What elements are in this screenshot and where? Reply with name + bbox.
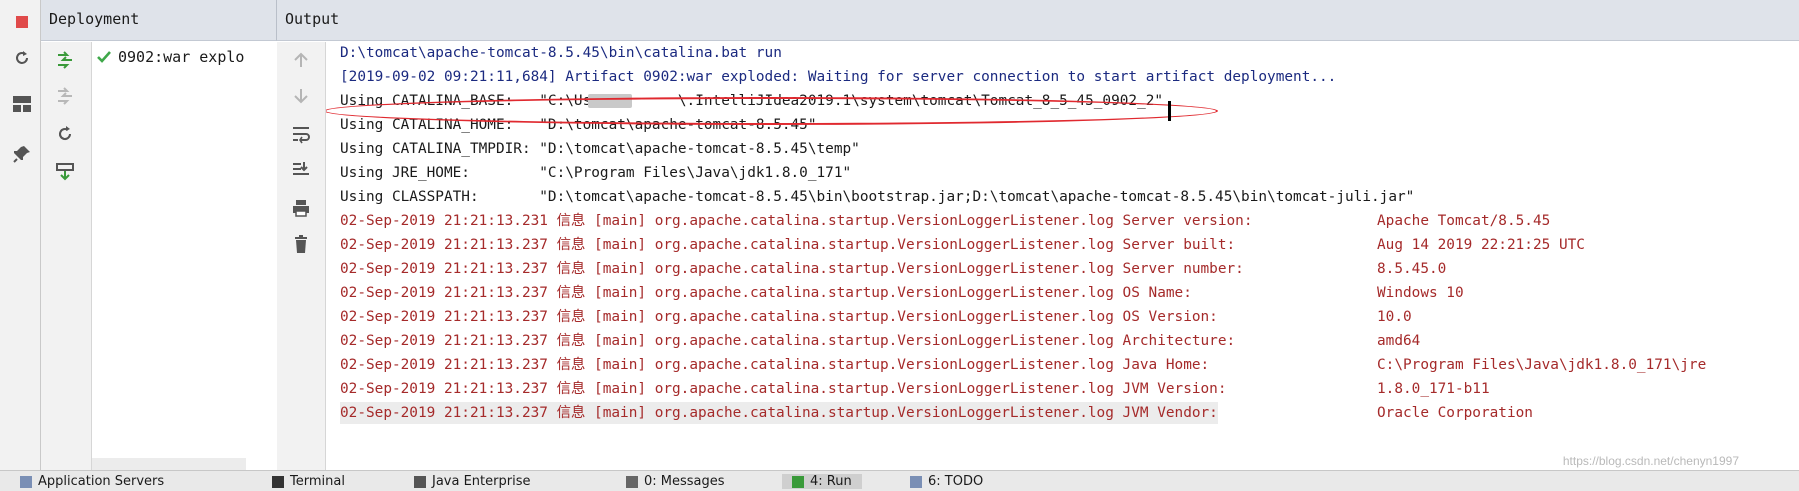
console-toolbar: [277, 42, 326, 470]
run-toolbar: [0, 0, 41, 470]
log-message: 02-Sep-2019 21:21:13.237 信息 [main] org.a…: [340, 285, 1192, 301]
text-caret: [1168, 101, 1171, 121]
log-value: Windows 10: [1377, 285, 1464, 301]
undeploy-button[interactable]: [51, 82, 79, 110]
scroll-down-button[interactable]: [287, 82, 315, 110]
tool-window-bar: Application Servers Terminal Java Enterp…: [0, 470, 1799, 491]
java-enterprise-icon: [414, 475, 426, 488]
terminal-icon: [272, 475, 284, 488]
clear-all-button[interactable]: [287, 230, 315, 258]
deployment-item[interactable]: 0902:war explo: [96, 48, 244, 66]
rerun-button[interactable]: [8, 44, 36, 72]
print-icon: [293, 200, 309, 217]
scroll-to-end-button[interactable]: [287, 156, 315, 184]
console-line-stderr: 02-Sep-2019 21:21:13.237 信息 [main] org.a…: [340, 306, 1412, 328]
arrow-down-icon: [294, 89, 308, 104]
console-output[interactable]: D:\tomcat\apache-tomcat-8.5.45\bin\catal…: [326, 42, 1799, 470]
log-message: 02-Sep-2019 21:21:13.237 信息 [main] org.a…: [340, 333, 1236, 349]
tab-label: 6: TODO: [928, 474, 984, 489]
output-panel-header: Output: [277, 0, 1799, 41]
log-value: C:\Program Files\Java\jdk1.8.0_171\jre: [1377, 357, 1707, 373]
deployment-panel-header: Deployment: [41, 0, 277, 41]
scroll-up-button[interactable]: [287, 46, 315, 74]
console-line: Using CATALINA_TMPDIR: "D:\tomcat\apache…: [340, 141, 860, 157]
pin-button[interactable]: [8, 140, 36, 168]
console-line: Using CATALINA_BASE: "C:\Users\ \.Intell…: [340, 93, 1164, 109]
log-value: 1.8.0_171-b11: [1377, 381, 1490, 397]
tab-label: 0: Messages: [644, 474, 725, 489]
log-message: 02-Sep-2019 21:21:13.237 信息 [main] org.a…: [340, 237, 1236, 253]
output-panel-title: Output: [285, 10, 340, 28]
log-value: 8.5.45.0: [1377, 261, 1447, 277]
console-line-stderr: 02-Sep-2019 21:21:13.237 信息 [main] org.a…: [340, 258, 1446, 280]
tab-label: Application Servers: [38, 474, 165, 489]
messages-icon: [626, 475, 638, 488]
console-line: [2019-09-02 09:21:11,684] Artifact 0902:…: [340, 69, 1337, 85]
rerun-icon: [16, 51, 28, 64]
todo-icon: [910, 475, 922, 488]
log-message: 02-Sep-2019 21:21:13.231 信息 [main] org.a…: [340, 213, 1253, 229]
deployment-item-label: 0902:war explo: [118, 48, 245, 66]
log-message: 02-Sep-2019 21:21:13.237 信息 [main] org.a…: [340, 261, 1244, 277]
deploy-all-button[interactable]: [51, 46, 79, 74]
refresh-button[interactable]: [51, 120, 79, 148]
tab-label: Java Enterprise: [432, 474, 531, 489]
log-value: 10.0: [1377, 309, 1412, 325]
log-message: 02-Sep-2019 21:21:13.237 信息 [main] org.a…: [340, 381, 1227, 397]
log-message: 02-Sep-2019 21:21:13.237 信息 [main] org.a…: [340, 405, 1218, 421]
console-line: D:\tomcat\apache-tomcat-8.5.45\bin\catal…: [340, 45, 782, 61]
console-line-stderr: 02-Sep-2019 21:21:13.237 信息 [main] org.a…: [340, 282, 1464, 304]
console-line-stderr: 02-Sep-2019 21:21:13.231 信息 [main] org.a…: [340, 210, 1550, 232]
tab-label: Terminal: [290, 474, 345, 489]
run-icon: [792, 475, 804, 488]
stop-button[interactable]: [8, 8, 36, 36]
console-line-stderr: 02-Sep-2019 21:21:13.237 信息 [main] org.a…: [340, 330, 1420, 352]
deployment-panel-title: Deployment: [49, 10, 140, 28]
console-line: Using CATALINA_HOME: "D:\tomcat\apache-t…: [340, 117, 817, 133]
log-value: Oracle Corporation: [1377, 405, 1533, 421]
layout-button[interactable]: [8, 90, 36, 118]
soft-wrap-icon: [293, 127, 310, 144]
console-line-stderr: 02-Sep-2019 21:21:13.237 信息 [main] org.a…: [340, 402, 1533, 424]
arrow-up-icon: [294, 52, 308, 67]
tab-todo[interactable]: 6: TODO: [910, 474, 983, 489]
deploy-to-server-icon: [56, 163, 74, 181]
layout-icon: [13, 96, 31, 112]
refresh-icon: [59, 126, 71, 140]
deployment-toolbar: [41, 42, 92, 470]
deploy-to-server-button[interactable]: [51, 158, 79, 186]
log-value: Apache Tomcat/8.5.45: [1377, 213, 1551, 229]
deployment-scrollbar[interactable]: [92, 458, 246, 470]
tab-application-servers[interactable]: Application Servers: [20, 474, 164, 489]
trash-icon: [295, 235, 307, 253]
tab-terminal[interactable]: Terminal: [272, 474, 345, 489]
tab-java-enterprise[interactable]: Java Enterprise: [414, 474, 530, 489]
redacted-username: [588, 94, 632, 108]
print-button[interactable]: [287, 194, 315, 222]
servers-icon: [20, 475, 32, 488]
deployment-list: 0902:war explo: [92, 42, 276, 470]
log-value: Aug 14 2019 22:21:25 UTC: [1377, 237, 1585, 253]
pin-icon: [13, 146, 30, 163]
console-line: Using JRE_HOME: "C:\Program Files\Java\j…: [340, 165, 852, 181]
tab-messages[interactable]: 0: Messages: [626, 474, 725, 489]
console-line-stderr: 02-Sep-2019 21:21:13.237 信息 [main] org.a…: [340, 234, 1585, 256]
console-line-stderr: 02-Sep-2019 21:21:13.237 信息 [main] org.a…: [340, 378, 1490, 400]
check-icon: [97, 51, 111, 63]
scroll-to-end-icon: [293, 162, 309, 175]
watermark: https://blog.csdn.net/chenyn1997: [1562, 454, 1739, 468]
log-message: 02-Sep-2019 21:21:13.237 信息 [main] org.a…: [340, 357, 1210, 373]
console-line: Using CLASSPATH: "D:\tomcat\apache-tomca…: [340, 189, 1415, 205]
soft-wrap-button[interactable]: [287, 120, 315, 148]
deploy-all-icon: [58, 51, 72, 69]
tab-run[interactable]: 4: Run: [782, 474, 862, 489]
undeploy-icon: [58, 87, 72, 105]
tab-label: 4: Run: [810, 474, 852, 489]
stop-icon: [16, 16, 28, 28]
log-message: 02-Sep-2019 21:21:13.237 信息 [main] org.a…: [340, 309, 1218, 325]
log-value: amd64: [1377, 333, 1421, 349]
console-line-stderr: 02-Sep-2019 21:21:13.237 信息 [main] org.a…: [340, 354, 1706, 376]
